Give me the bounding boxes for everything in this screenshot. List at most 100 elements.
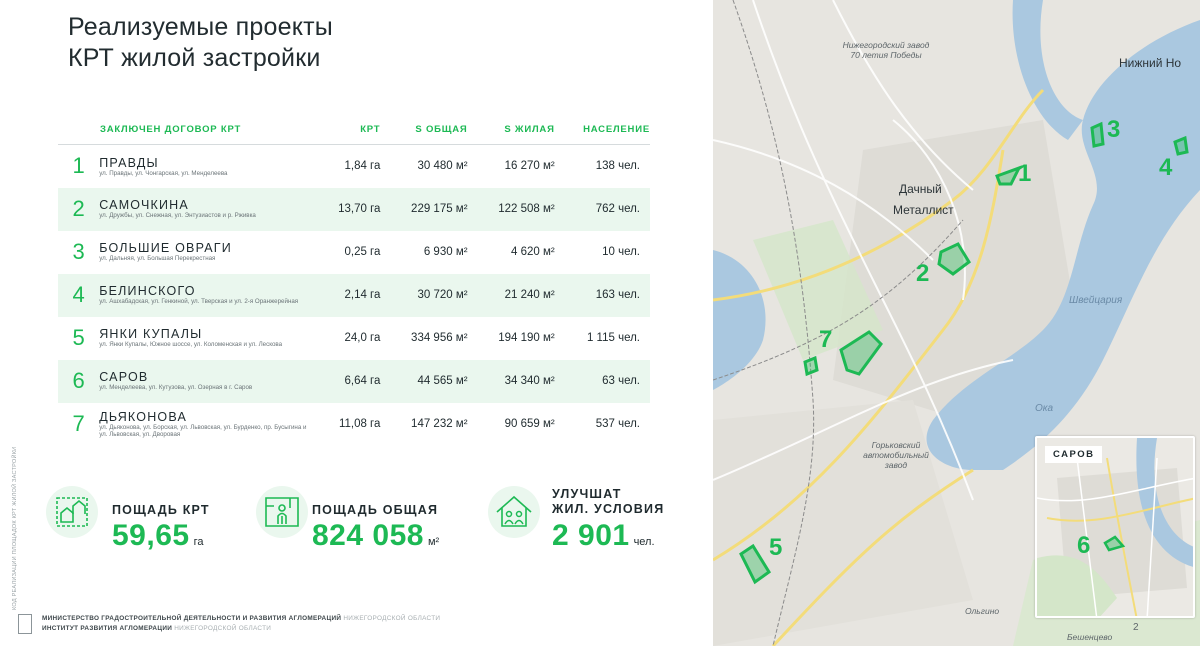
cell-s-total: 44 565 м²	[380, 359, 468, 403]
cell-population: 138 чел.	[595, 160, 640, 173]
project-name-cell: БОЛЬШИЕ ОВРАГИ ул. Дальняя, ул. Большая П…	[99, 231, 309, 274]
table-row: 1 ПРАВДЫ ул. Правды, ул. Чонгарская, ул. М…	[58, 145, 650, 188]
map-marker-5[interactable]: 5	[769, 534, 782, 562]
page-number: 2	[1133, 622, 1139, 633]
map-marker-3[interactable]: 3	[1107, 116, 1120, 144]
row-number: 2	[58, 187, 100, 231]
table-row: 3 БОЛЬШИЕ ОВРАГИ ул. Дальняя, ул. Большая …	[58, 231, 650, 274]
family-house-icon	[488, 486, 540, 538]
person-floorplan-icon	[256, 486, 308, 538]
map-label-oka: Ока	[1035, 403, 1054, 414]
summary-label: УЛУЧШАТ	[552, 487, 622, 501]
cell-s-total: 30 720 м²	[380, 273, 468, 317]
summary-value: 2 901 чел.	[552, 519, 655, 552]
project-name-cell: САРОВ ул. Менделеева, ул. Кутузова, ул. О…	[99, 359, 310, 403]
header-s-living: S ЖИЛАЯ	[467, 118, 555, 145]
cell-population: 163 чел.	[554, 273, 650, 317]
row-number: 1	[72, 153, 85, 179]
cell-s-total: 147 232 м²	[411, 418, 468, 430]
inset-map-background	[1037, 438, 1193, 616]
project-streets: ул. Дьяконова, ул. Борская, ул. Львовска…	[99, 423, 307, 439]
cell-population: 762 чел.	[554, 187, 650, 231]
project-name: БОЛЬШИЕ ОВРАГИ	[99, 241, 232, 256]
vertical-caption: КОД РЕАЛИЗАЦИИ ПЛОЩАДОК КРТ ЖИЛОЙ ЗАСТРО…	[12, 446, 18, 610]
table-row: 4 БЕЛИНСКОГО ул. Ашхабадская, ул. Генкиной…	[58, 273, 650, 317]
coat-of-arms-logo	[18, 614, 32, 634]
summary-label: ПОЩАДЬ ОБЩАЯ	[312, 503, 439, 517]
footer: МИНИСТЕРСТВО ГРАДОСТРОИТЕЛЬНОЙ ДЕЯТЕЛЬНО…	[42, 615, 441, 632]
table-header-row: ЗАКЛЮЧЕН ДОГОВОР КРТ КРТ S ОБЩАЯ S ЖИЛАЯ…	[58, 118, 650, 145]
summary-label: ЖИЛ. УСЛОВИЯ	[552, 502, 665, 516]
project-name: БЕЛИНСКОГО	[99, 284, 196, 299]
map-label-olgino: Ольгино	[965, 606, 1000, 616]
houses-plan-icon	[46, 486, 98, 538]
map-label-shveytsariya: Швейцария	[1069, 295, 1123, 306]
project-name-cell: БЕЛИНСКОГО ул. Ашхабадская, ул. Генкиной,…	[99, 273, 310, 317]
map-marker-2[interactable]: 2	[916, 260, 929, 288]
row-number: 5	[72, 325, 85, 350]
project-name-cell: ДЬЯКОНОВА ул. Дьяконова, ул. Борская, ул.…	[99, 403, 309, 446]
city-map[interactable]: Нижегородский завод 70 летия Победы Нижн…	[713, 0, 1200, 646]
cell-s-living: 194 190 м²	[498, 332, 555, 344]
row-number: 7	[72, 411, 85, 436]
project-name: ПРАВДЫ	[99, 155, 159, 170]
krt-area-7b	[803, 355, 819, 377]
krt-area-4	[1173, 135, 1189, 156]
row-number: 6	[58, 359, 100, 403]
map-label-metallist: Металлист	[893, 203, 954, 217]
table-row: 6 САРОВ ул. Менделеева, ул. Кутузова, ул. …	[58, 359, 650, 403]
header-name: ЗАКЛЮЧЕН ДОГОВОР КРТ	[58, 118, 310, 145]
project-streets: ул. Дальняя, ул. Большая Перекрестная	[99, 255, 216, 263]
project-name-cell: ЯНКИ КУПАЛЫ ул. Янки Купалы, Южное шоссе,…	[99, 317, 309, 360]
project-streets: ул. Дружбы, ул. Снежная, ул. Энтузиастов…	[99, 212, 256, 220]
cell-s-total: 334 956 м²	[411, 332, 468, 344]
cell-s-total: 229 175 м²	[380, 187, 468, 231]
cell-s-living: 4 620 м²	[511, 246, 555, 258]
cell-krt: 6,64 га	[309, 359, 381, 403]
sarov-inset-map[interactable]: САРОВ 6	[1035, 436, 1195, 618]
summary-label: ПОЩАДЬ КРТ	[112, 503, 210, 517]
cell-s-living: 90 659 м²	[504, 418, 555, 430]
cell-s-living: 21 240 м²	[467, 273, 555, 317]
map-marker-6[interactable]: 6	[1077, 532, 1090, 560]
row-number: 3	[72, 239, 85, 264]
krt-projects-table: ЗАКЛЮЧЕН ДОГОВОР КРТ КРТ S ОБЩАЯ S ЖИЛАЯ…	[58, 118, 650, 446]
cell-population: 1 115 чел.	[586, 332, 640, 344]
table-row: 5 ЯНКИ КУПАЛЫ ул. Янки Купалы, Южное шоссе…	[58, 317, 650, 360]
cell-s-total: 6 930 м²	[423, 246, 468, 258]
header-s-total: S ОБЩАЯ	[380, 118, 468, 145]
krt-area-3	[1090, 121, 1105, 148]
cell-population: 10 чел.	[602, 246, 640, 258]
map-label-beshentsevo: Бешенцево	[1067, 632, 1113, 642]
project-name-cell: ПРАВДЫ ул. Правды, ул. Чонгарская, ул. Ме…	[99, 145, 309, 188]
map-label-gaz: Горьковский автомобильный завод	[863, 440, 929, 470]
cell-population: 537 чел.	[595, 418, 640, 430]
cell-krt: 2,14 га	[309, 273, 381, 317]
map-marker-7[interactable]: 7	[819, 326, 832, 354]
project-name-cell: САМОЧКИНА ул. Дружбы, ул. Снежная, ул. Эн…	[99, 187, 310, 231]
cell-population: 63 чел.	[554, 359, 650, 403]
summary-value: 59,65 га	[112, 519, 204, 552]
cell-s-total: 30 480 м²	[417, 160, 468, 173]
project-name: САМОЧКИНА	[99, 198, 189, 213]
cell-s-living: 16 270 м²	[504, 160, 555, 173]
map-label-city: Нижний Но	[1119, 56, 1182, 70]
project-streets: ул. Ашхабадская, ул. Генкиной, ул. Тверс…	[99, 298, 299, 306]
table-row: 2 САМОЧКИНА ул. Дружбы, ул. Снежная, ул. Э…	[58, 187, 650, 231]
map-label-dachny: Дачный	[899, 182, 942, 196]
project-streets: ул. Янки Купалы, Южное шоссе, ул. Коломе…	[99, 341, 283, 349]
project-name: САРОВ	[99, 370, 149, 385]
map-marker-4[interactable]: 4	[1159, 154, 1172, 182]
header-krt: КРТ	[309, 118, 381, 145]
map-marker-1[interactable]: 1	[1018, 160, 1031, 188]
project-name: ЯНКИ КУПАЛЫ	[99, 327, 203, 342]
cell-krt: 1,84 га	[344, 160, 381, 173]
project-streets: ул. Менделеева, ул. Кутузова, ул. Озерна…	[99, 384, 253, 392]
cell-krt: 13,70 га	[309, 187, 381, 231]
table-row: 7 ДЬЯКОНОВА ул. Дьяконова, ул. Борская, ул…	[58, 403, 650, 446]
summary-value: 824 058 м²	[312, 519, 440, 552]
map-label-zavod: Нижегородский завод 70 летия Победы	[842, 40, 930, 60]
cell-s-living: 122 508 м²	[467, 187, 555, 231]
row-number: 4	[58, 273, 100, 317]
header-population: НАСЕЛЕНИЕ	[554, 118, 650, 145]
